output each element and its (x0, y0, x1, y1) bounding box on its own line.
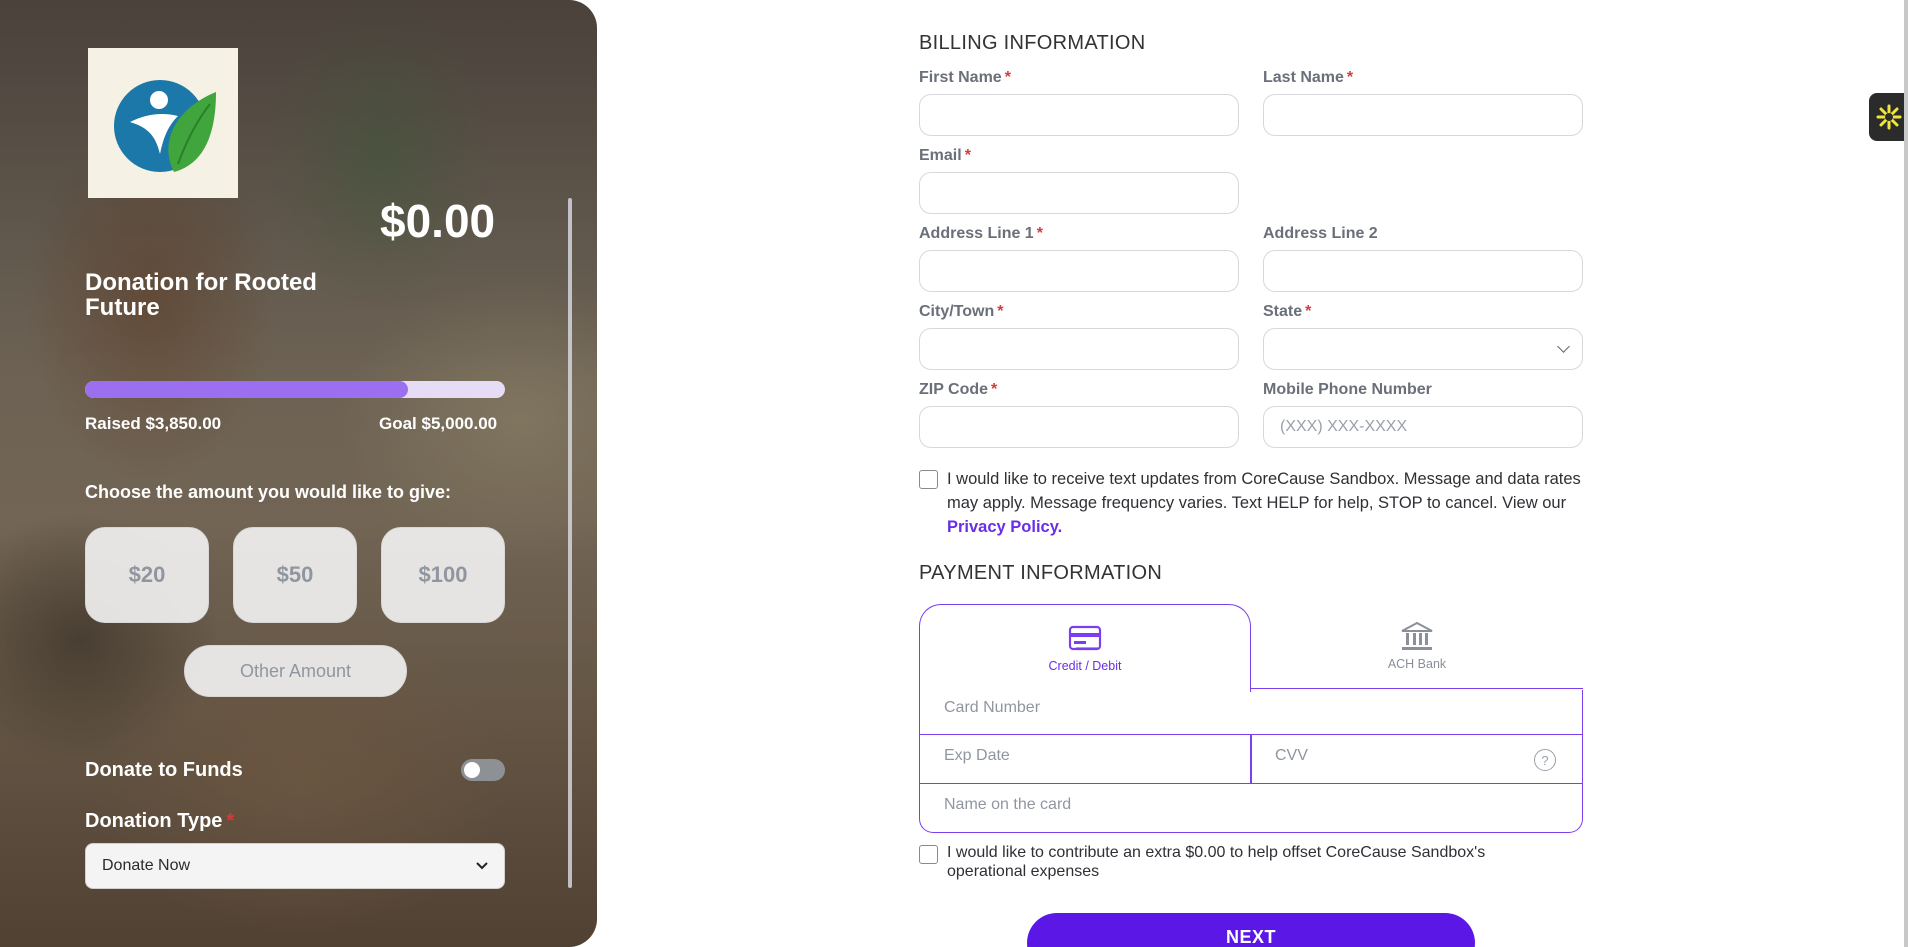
sms-consent-text: I would like to receive text updates fro… (947, 467, 1583, 539)
cvv-divider (1250, 735, 1252, 784)
donation-total-amount: $0.00 (380, 195, 496, 247)
amount-button-20[interactable]: $20 (85, 527, 209, 623)
sms-consent-label: I would like to receive text updates fro… (947, 470, 1581, 512)
required-mark: * (991, 381, 998, 398)
exp-date-input[interactable]: Exp Date (944, 747, 1010, 765)
other-amount-button[interactable]: Other Amount (184, 645, 407, 697)
first-name-label-text: First Name (919, 69, 1002, 86)
chevron-down-icon (476, 862, 488, 870)
privacy-policy-link[interactable]: Privacy Policy. (947, 518, 1062, 536)
zip-label-text: ZIP Code (919, 381, 989, 398)
mobile-phone-placeholder: (XXX) XXX-XXXX (1280, 418, 1408, 435)
address-line-1-input[interactable] (919, 250, 1239, 292)
last-name-input[interactable] (1263, 94, 1583, 136)
city-label-text: City/Town (919, 303, 995, 320)
mobile-phone-input[interactable]: (XXX) XXX-XXXX (1263, 406, 1583, 448)
state-label: State * (1263, 303, 1311, 321)
zip-input[interactable] (919, 406, 1239, 448)
donation-type-select[interactable]: Donate Now (85, 843, 505, 889)
required-mark: * (1346, 69, 1354, 86)
organization-logo (88, 48, 238, 198)
progress-bar-fill (85, 381, 409, 398)
campaign-title: Donation for Rooted Future (85, 269, 317, 321)
required-mark: * (964, 147, 971, 164)
payment-section-title: PAYMENT INFORMATION (919, 562, 1163, 584)
sms-consent-checkbox[interactable] (919, 470, 938, 489)
credit-card-icon (1068, 625, 1102, 650)
logo-icon (114, 80, 216, 172)
extra-contribution-text: I would like to contribute an extra $0.0… (947, 844, 1486, 880)
raised-amount: Raised $3,850.00 (85, 414, 222, 433)
required-mark: * (1004, 69, 1011, 86)
choose-amount-label: Choose the amount you would like to give… (85, 482, 452, 502)
page-scrollbar[interactable] (1904, 0, 1908, 947)
panel-scrollbar[interactable] (568, 198, 572, 888)
donate-to-funds-toggle[interactable] (461, 759, 505, 781)
next-button[interactable]: NEXT (1027, 913, 1475, 947)
email-label-text: Email (919, 147, 962, 164)
campaign-panel: $0.00 Donation for Rooted Future Raised … (0, 0, 597, 947)
address-line-1-label-text: Address Line 1 (919, 225, 1034, 242)
goal-amount: Goal $5,000.00 (379, 414, 498, 433)
tab-ach-bank[interactable]: ACH Bank (1251, 604, 1583, 689)
email-input[interactable] (919, 172, 1239, 214)
mobile-phone-label: Mobile Phone Number (1263, 381, 1432, 398)
name-on-card-input[interactable]: Name on the card (944, 796, 1071, 814)
accessibility-widget-button[interactable] (1869, 93, 1908, 141)
progress-bar (85, 381, 505, 398)
last-name-label: Last Name * (1263, 69, 1353, 87)
first-name-input[interactable] (919, 94, 1239, 136)
required-mark: * (1305, 303, 1312, 320)
billing-section-title: BILLING INFORMATION (919, 32, 1146, 54)
donation-type-label: Donation Type * (85, 810, 234, 833)
extra-contribution-checkbox[interactable] (919, 845, 938, 864)
city-input[interactable] (919, 328, 1239, 370)
first-name-label: First Name * (919, 69, 1011, 87)
chevron-down-icon (1557, 340, 1570, 353)
cvv-input[interactable]: CVV (1275, 747, 1308, 765)
card-row-divider (919, 783, 1583, 784)
city-label: City/Town * (919, 303, 1003, 321)
toggle-knob (464, 762, 480, 778)
donation-type-label-text: Donation Type (85, 810, 223, 832)
address-line-1-label: Address Line 1 * (919, 225, 1043, 243)
bank-icon (1401, 621, 1433, 650)
required-mark: * (997, 303, 1004, 320)
email-label: Email * (919, 147, 971, 165)
card-number-input[interactable]: Card Number (944, 699, 1040, 717)
tab-ach-bank-label: ACH Bank (1387, 657, 1447, 671)
amount-button-50[interactable]: $50 (233, 527, 357, 623)
donation-type-value: Donate Now (102, 857, 191, 874)
state-select[interactable] (1263, 328, 1583, 370)
address-line-2-input[interactable] (1263, 250, 1583, 292)
tab-credit-debit[interactable]: Credit / Debit (919, 604, 1251, 692)
asterisk-icon (1876, 104, 1902, 130)
required-mark: * (226, 810, 235, 832)
address-line-2-label: Address Line 2 (1263, 225, 1378, 242)
donate-to-funds-label: Donate to Funds (85, 759, 243, 781)
last-name-label-text: Last Name (1263, 69, 1344, 86)
required-mark: * (1036, 225, 1043, 242)
amount-button-100[interactable]: $100 (381, 527, 505, 623)
help-icon[interactable]: ? (1534, 749, 1556, 771)
zip-label: ZIP Code * (919, 381, 997, 399)
tab-credit-debit-label: Credit / Debit (1048, 658, 1122, 673)
state-label-text: State (1263, 303, 1303, 320)
